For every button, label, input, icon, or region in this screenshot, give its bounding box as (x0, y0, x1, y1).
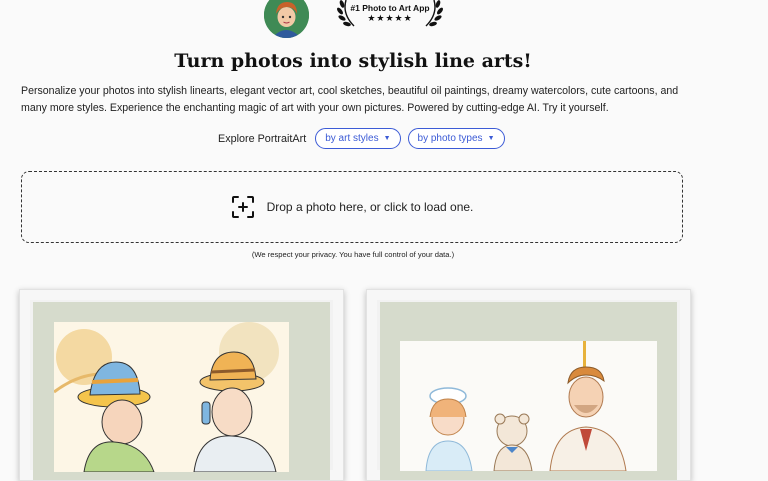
photo-dropzone[interactable]: Drop a photo here, or click to load one. (21, 171, 683, 243)
page-title: Turn photos into stylish line arts! (174, 50, 532, 72)
dropzone-prompt: Drop a photo here, or click to load one. (266, 200, 474, 214)
photo-types-dropdown[interactable]: by photo types ▼ (407, 128, 505, 149)
boy-portrait-icon (264, 0, 309, 38)
gallery-frame[interactable] (19, 289, 344, 481)
explore-bar: Explore PortraitArt by art styles ▼ by p… (218, 128, 505, 149)
award-badge: #1 Photo to Art App ★★★★★ (332, 0, 448, 34)
art-styles-label: by art styles (325, 133, 379, 144)
gallery-artwork (54, 322, 289, 472)
lineart-children-hats-icon (54, 322, 289, 472)
page-description: Personalize your photos into stylish lin… (21, 85, 679, 114)
caret-down-icon: ▼ (383, 135, 391, 142)
add-photo-icon (231, 196, 254, 218)
lineart-family-teddy-icon (400, 341, 657, 471)
frame-mat (33, 302, 330, 480)
rating-stars: ★★★★★ (367, 13, 413, 23)
gallery-frame[interactable] (366, 289, 691, 481)
caret-down-icon: ▼ (487, 135, 495, 142)
frame-mat (380, 302, 677, 480)
gallery-artwork (400, 341, 657, 471)
art-styles-dropdown[interactable]: by art styles ▼ (315, 128, 401, 149)
explore-label: Explore PortraitArt (218, 132, 307, 145)
privacy-note: (We respect your privacy. You have full … (251, 250, 455, 259)
photo-types-label: by photo types (417, 133, 483, 144)
app-avatar (264, 0, 309, 38)
